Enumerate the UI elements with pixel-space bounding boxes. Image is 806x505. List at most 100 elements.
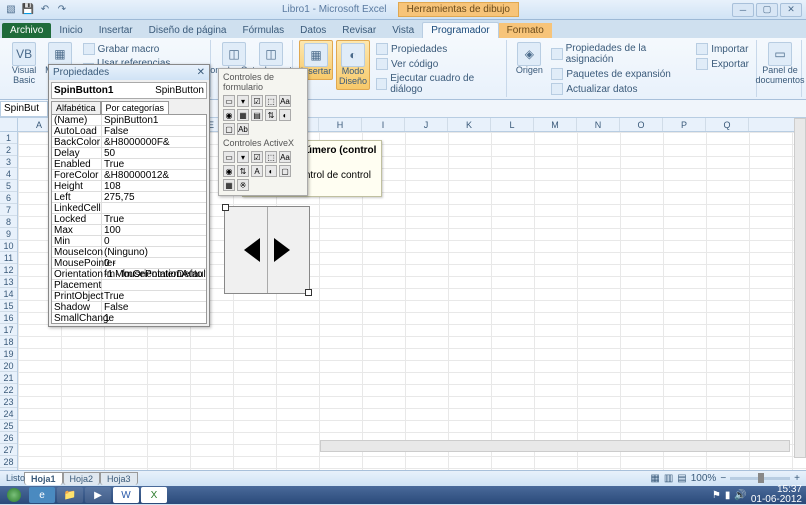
system-tray[interactable]: ⚑ ▮ 🔊 15:37 01-06-2012 xyxy=(712,485,806,505)
row-header[interactable]: 2 xyxy=(0,144,17,156)
xml-props-button[interactable]: Propiedades de la asignación xyxy=(550,42,688,66)
zoom-in-button[interactable]: + xyxy=(794,473,800,484)
row-header[interactable]: 20 xyxy=(0,360,17,372)
xml-source-button[interactable]: ◈Origen xyxy=(513,40,545,78)
row-header[interactable]: 16 xyxy=(0,312,17,324)
row-header[interactable]: 10 xyxy=(0,240,17,252)
xml-import-button[interactable]: Importar xyxy=(695,42,750,56)
property-row[interactable]: PrintObjectTrue xyxy=(52,291,206,302)
row-headers[interactable]: 1234567891011121314151617181920212223242… xyxy=(0,132,18,470)
row-header[interactable]: 8 xyxy=(0,216,17,228)
zoom-level[interactable]: 100% xyxy=(691,473,717,484)
view-layout-icon[interactable]: ▥ xyxy=(664,473,673,484)
tab-file[interactable]: Archivo xyxy=(2,23,51,38)
dialog-button[interactable]: Ejecutar cuadro de diálogo xyxy=(375,72,500,96)
row-header[interactable]: 4 xyxy=(0,168,17,180)
zoom-out-button[interactable]: − xyxy=(720,473,726,484)
tray-network-icon[interactable]: ▮ xyxy=(725,490,731,501)
row-header[interactable]: 12 xyxy=(0,264,17,276)
property-row[interactable]: MousePointer0 - fmMousePointerDefault xyxy=(52,258,206,269)
row-header[interactable]: 23 xyxy=(0,396,17,408)
horizontal-scrollbar[interactable] xyxy=(320,440,790,452)
row-header[interactable]: 14 xyxy=(0,288,17,300)
tab-datos[interactable]: Datos xyxy=(292,23,334,38)
taskbar-excel-icon[interactable]: X xyxy=(141,487,167,503)
property-row[interactable]: Min0 xyxy=(52,236,206,247)
tab-diseno[interactable]: Diseño de página xyxy=(141,23,235,38)
col-header[interactable]: O xyxy=(620,118,663,131)
col-header[interactable]: L xyxy=(491,118,534,131)
row-header[interactable]: 5 xyxy=(0,180,17,192)
spinbutton-control[interactable] xyxy=(224,206,310,294)
zoom-slider[interactable] xyxy=(730,477,790,480)
name-box[interactable]: SpinBut xyxy=(0,101,48,117)
row-header[interactable]: 22 xyxy=(0,384,17,396)
form-controls-icons[interactable]: ▭▾☑⬚Aa◉ ▦▤⇅◐▢Ab xyxy=(221,93,305,137)
property-row[interactable]: Height108 xyxy=(52,181,206,192)
properties-grid[interactable]: (Name)SpinButton1AutoLoadFalseBackColor&… xyxy=(51,114,207,324)
tab-programador[interactable]: Programador xyxy=(422,22,498,38)
row-header[interactable]: 13 xyxy=(0,276,17,288)
taskbar-ie-icon[interactable]: e xyxy=(29,487,55,503)
tab-formulas[interactable]: Fórmulas xyxy=(234,23,292,38)
properties-title[interactable]: Propiedades✕ xyxy=(49,65,209,80)
spin-right-button[interactable] xyxy=(268,207,310,293)
row-header[interactable]: 6 xyxy=(0,192,17,204)
col-header[interactable]: K xyxy=(448,118,491,131)
tray-flag-icon[interactable]: ⚑ xyxy=(712,490,721,501)
property-row[interactable]: Delay50 xyxy=(52,148,206,159)
property-row[interactable]: BackColor&H8000000F& xyxy=(52,137,206,148)
row-header[interactable]: 25 xyxy=(0,420,17,432)
close-icon[interactable]: ✕ xyxy=(197,67,205,78)
minimize-button[interactable]: ─ xyxy=(732,3,754,17)
tab-insertar[interactable]: Insertar xyxy=(91,23,141,38)
property-row[interactable]: EnabledTrue xyxy=(52,159,206,170)
vertical-scrollbar[interactable] xyxy=(794,118,806,458)
property-row[interactable]: ForeColor&H80000012& xyxy=(52,170,206,181)
col-header[interactable]: I xyxy=(362,118,405,131)
tab-revisar[interactable]: Revisar xyxy=(334,23,384,38)
design-mode-button[interactable]: ◐Modo Diseño xyxy=(336,40,370,90)
row-header[interactable]: 21 xyxy=(0,372,17,384)
tab-inicio[interactable]: Inicio xyxy=(51,23,90,38)
col-header[interactable]: Q xyxy=(706,118,749,131)
properties-tab-category[interactable]: Por categorías xyxy=(101,101,170,114)
save-icon[interactable]: 💾 xyxy=(21,3,35,17)
property-row[interactable]: AutoLoadFalse xyxy=(52,126,206,137)
properties-object-selector[interactable]: SpinButton1SpinButton xyxy=(51,82,207,99)
property-row[interactable]: MouseIcon(Ninguno) xyxy=(52,247,206,258)
spin-left-button[interactable] xyxy=(225,207,268,293)
activex-controls-icons[interactable]: ▭▾☑⬚Aa◉ ⇅A◐▢▦※ xyxy=(221,149,305,193)
xml-refresh-button[interactable]: Actualizar datos xyxy=(550,82,688,96)
sheet-tab-2[interactable]: Hoja2 xyxy=(63,472,101,485)
property-row[interactable]: Orientation-1 - fmOrientationAuto xyxy=(52,269,206,280)
view-break-icon[interactable]: ▤ xyxy=(677,473,686,484)
property-row[interactable]: LockedTrue xyxy=(52,214,206,225)
row-header[interactable]: 28 xyxy=(0,456,17,468)
visual-basic-button[interactable]: VBVisual Basic xyxy=(8,40,40,88)
taskbar-explorer-icon[interactable]: 📁 xyxy=(57,487,83,503)
properties-tab-alpha[interactable]: Alfabética xyxy=(51,101,101,114)
row-header[interactable]: 17 xyxy=(0,324,17,336)
property-row[interactable]: SmallChange1 xyxy=(52,313,206,324)
view-normal-icon[interactable]: ▦ xyxy=(650,473,659,484)
col-header[interactable]: J xyxy=(405,118,448,131)
tab-vista[interactable]: Vista xyxy=(384,23,422,38)
row-header[interactable]: 24 xyxy=(0,408,17,420)
row-header[interactable]: 7 xyxy=(0,204,17,216)
row-header[interactable]: 3 xyxy=(0,156,17,168)
property-row[interactable]: Max100 xyxy=(52,225,206,236)
row-header[interactable]: 1 xyxy=(0,132,17,144)
row-header[interactable]: 18 xyxy=(0,336,17,348)
row-header[interactable]: 9 xyxy=(0,228,17,240)
record-macro-button[interactable]: Grabar macro xyxy=(82,42,204,56)
tray-volume-icon[interactable]: 🔊 xyxy=(734,490,746,501)
view-code-button[interactable]: Ver código xyxy=(375,57,500,71)
property-row[interactable]: (Name)SpinButton1 xyxy=(52,115,206,126)
doc-panel-button[interactable]: ▭Panel de documentos xyxy=(763,40,797,88)
row-header[interactable]: 27 xyxy=(0,444,17,456)
xml-export-button[interactable]: Exportar xyxy=(695,57,750,71)
col-header[interactable]: H xyxy=(319,118,362,131)
sheet-tab-3[interactable]: Hoja3 xyxy=(100,472,138,485)
undo-icon[interactable]: ↶ xyxy=(38,3,52,17)
